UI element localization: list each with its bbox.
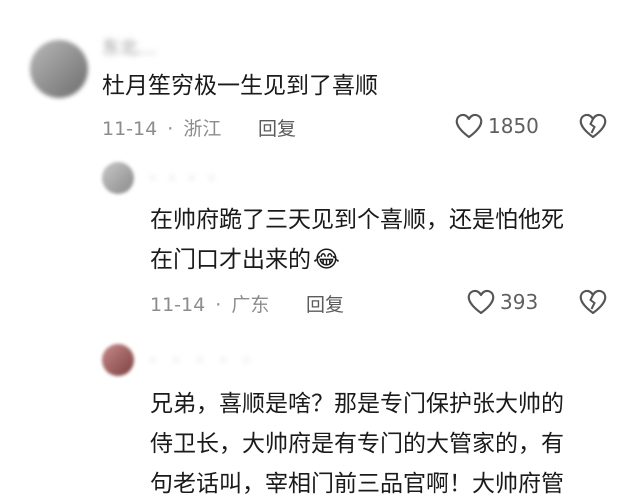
broken-heart-icon[interactable]: [578, 288, 608, 316]
like-count: 393: [500, 290, 539, 314]
like-count: 1850: [488, 114, 539, 138]
comment-date: 11-14: [150, 294, 206, 316]
like-button[interactable]: 1850: [454, 112, 539, 140]
comment-text: 在帅府跪了三天见到个喜顺，还是怕他死 在门口才出来的😂: [150, 204, 564, 276]
comment-text-line: 在帅府跪了三天见到个喜顺，还是怕他死: [150, 207, 564, 233]
reply-button[interactable]: 回复: [258, 114, 296, 141]
meta-separator: ·: [167, 118, 174, 140]
comment-text-line: 句老话叫，宰相门前三品官啊！大帅府管: [150, 471, 564, 497]
comment-text-line: 在门口才出来的: [150, 247, 311, 273]
meta-separator: ·: [215, 294, 222, 316]
comment-text-line: 杜月笙穷极一生见到了喜顺: [102, 73, 378, 99]
comment-date: 11-14: [102, 118, 158, 140]
comment-meta: 11-14 · 浙江: [102, 114, 221, 141]
heart-outline-icon: [454, 112, 484, 140]
comment-text-line: 侍卫长，大帅府是有专门的大管家的，有: [150, 431, 564, 457]
comment-location: 浙江: [183, 118, 222, 140]
username[interactable]: 东北…: [102, 34, 156, 60]
comment-meta: 11-14 · 广东: [150, 290, 269, 317]
comment-text: 兄弟，喜顺是啥？那是专门保护张大帅的 侍卫长，大帅府是有专门的大管家的，有 句老…: [150, 388, 564, 500]
avatar[interactable]: [102, 344, 134, 376]
heart-outline-icon: [466, 288, 496, 316]
username[interactable]: · · · · ·: [150, 350, 256, 371]
comment-text: 杜月笙穷极一生见到了喜顺: [102, 70, 378, 102]
avatar[interactable]: [102, 162, 134, 194]
avatar[interactable]: [30, 40, 88, 98]
like-button[interactable]: 393: [466, 288, 538, 316]
reply-button[interactable]: 回复: [306, 290, 344, 317]
comment-location: 广东: [231, 294, 270, 316]
username[interactable]: · · · ·: [150, 168, 218, 189]
comment-text-line: 兄弟，喜顺是啥？那是专门保护张大帅的: [150, 391, 564, 417]
broken-heart-icon[interactable]: [578, 112, 608, 140]
laughing-emoji-icon: 😂: [313, 247, 340, 273]
